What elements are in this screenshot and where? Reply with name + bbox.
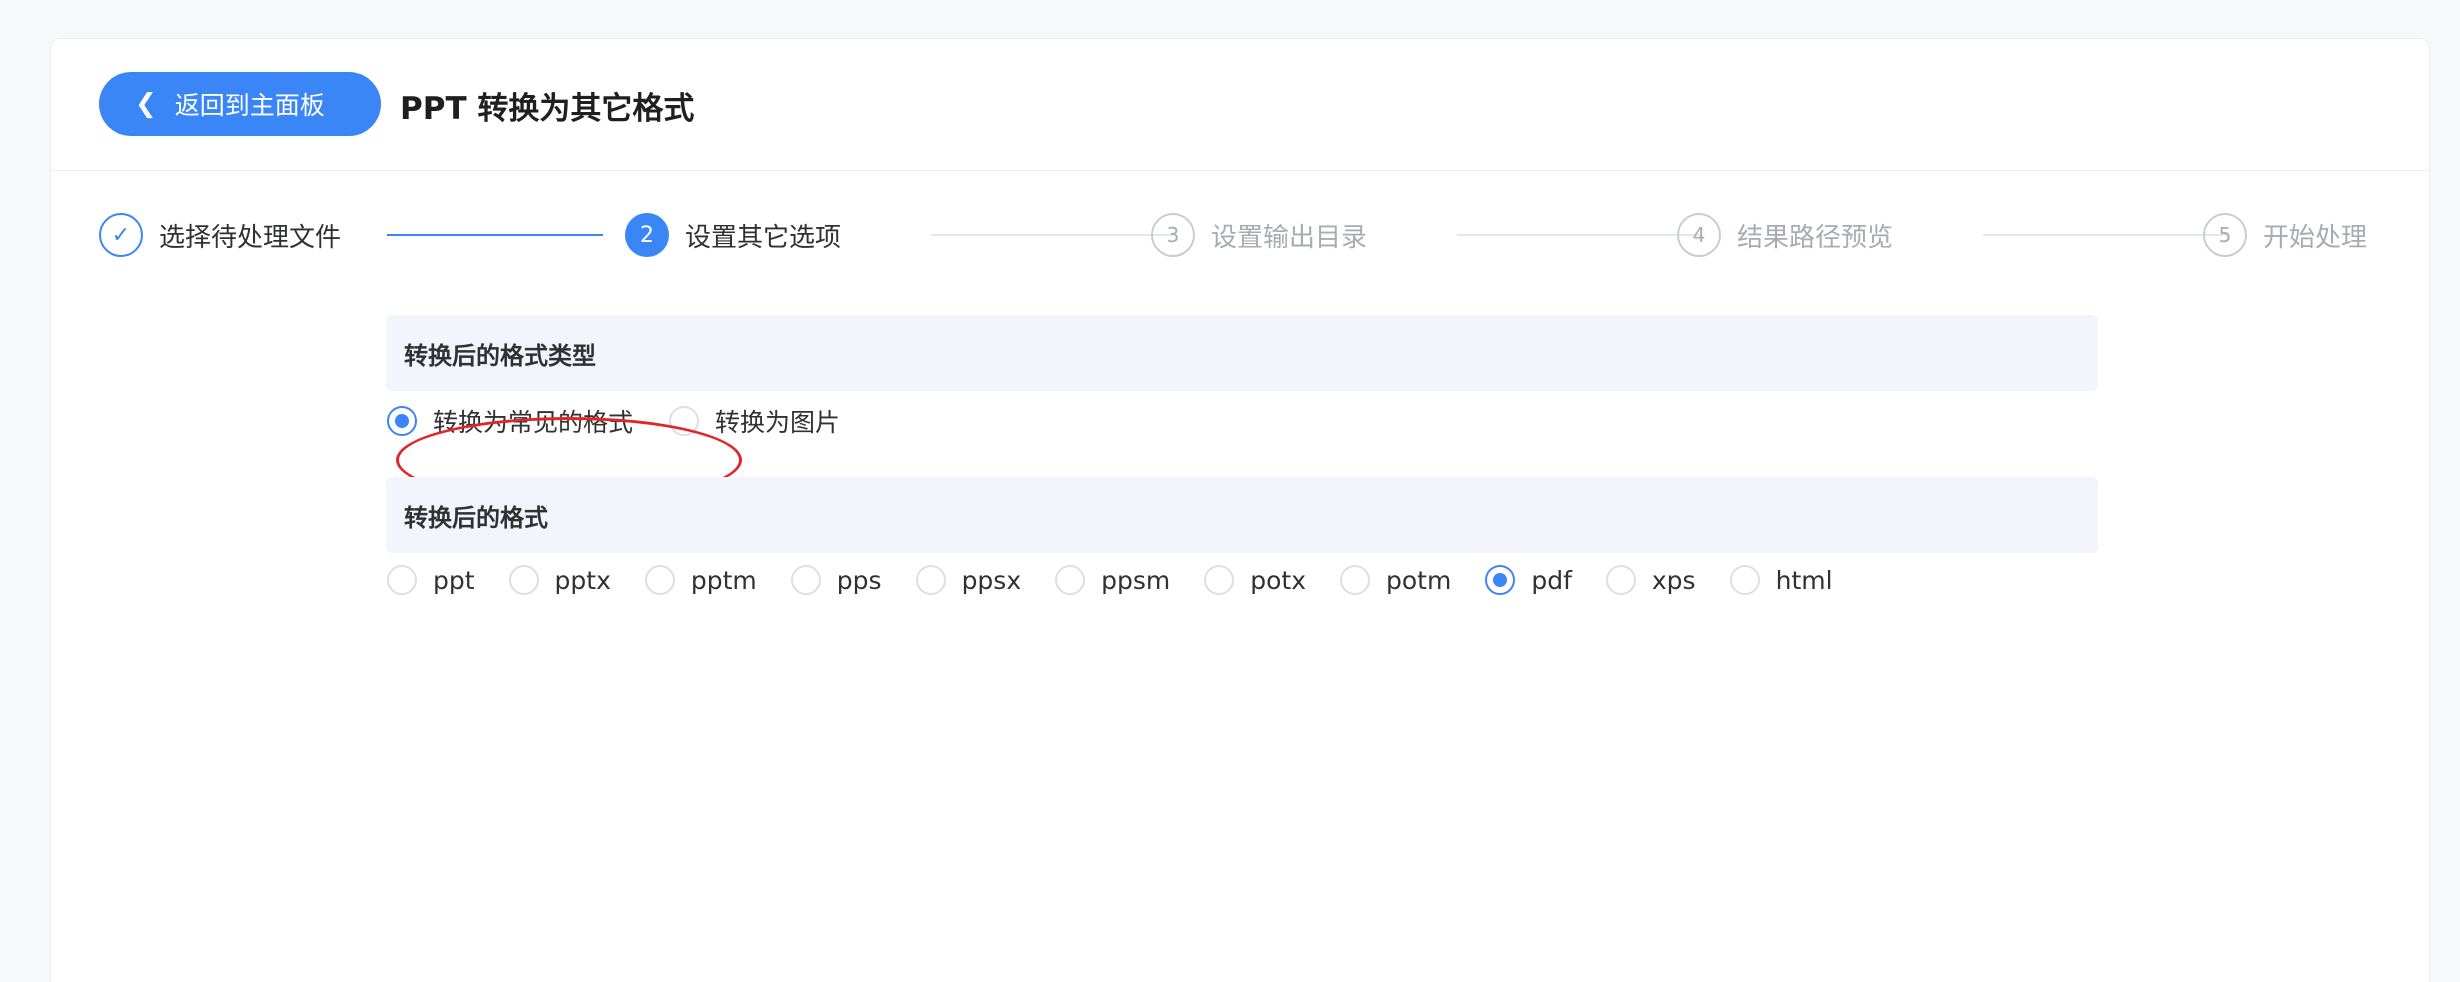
- radio-xps[interactable]: xps: [1605, 565, 1696, 595]
- radio-unchecked-icon[interactable]: [387, 565, 417, 595]
- format-type-options: 转换为常见的格式 转换为图片: [387, 403, 874, 439]
- radio-unchecked-icon[interactable]: [915, 565, 946, 595]
- radio-html[interactable]: html: [1729, 565, 1833, 595]
- step-number-badge: 3: [1151, 213, 1195, 257]
- step-connector-1: [387, 234, 603, 236]
- step-number-badge: 2: [625, 213, 669, 257]
- radio-label: ppsm: [1101, 565, 1171, 595]
- radio-unchecked-icon[interactable]: [1605, 565, 1636, 595]
- check-icon: ✓: [99, 213, 143, 257]
- step-connector-3: [1457, 234, 1702, 236]
- radio-unchecked-icon[interactable]: [1340, 565, 1371, 595]
- step-other-options[interactable]: 2 设置其它选项: [625, 213, 841, 257]
- page-header: ❮ 返回到主面板 PPT 转换为其它格式: [51, 39, 2429, 171]
- step-output-dir[interactable]: 3 设置输出目录: [1151, 213, 1367, 257]
- radio-unchecked-icon[interactable]: [790, 565, 821, 595]
- radio-label: pptm: [690, 565, 757, 595]
- step-number-badge: 5: [2203, 213, 2247, 257]
- back-button-label: 返回到主面板: [174, 91, 325, 120]
- step-label: 设置其它选项: [685, 222, 842, 253]
- radio-checked-icon[interactable]: [387, 406, 417, 436]
- radio-label: html: [1775, 565, 1833, 595]
- steps-bar: ✓ 选择待处理文件 2 设置其它选项 3 设置输出目录 4 结果路径预览 5 开…: [51, 171, 2429, 271]
- radio-label: 转换为图片: [715, 408, 841, 437]
- radio-ppsm[interactable]: ppsm: [1055, 565, 1170, 595]
- format-type-heading: 转换后的格式类型: [386, 315, 2098, 391]
- chevron-left-icon: ❮: [135, 89, 157, 119]
- format-heading: 转换后的格式: [386, 477, 2098, 553]
- step-label: 开始处理: [2263, 222, 2368, 253]
- radio-label: potm: [1386, 565, 1452, 595]
- step-label: 结果路径预览: [1737, 222, 1894, 253]
- radio-potx[interactable]: potx: [1204, 565, 1306, 595]
- radio-ppt[interactable]: ppt: [387, 565, 475, 595]
- step-result-preview[interactable]: 4 结果路径预览: [1677, 213, 1893, 257]
- radio-potm[interactable]: potm: [1340, 565, 1451, 595]
- radio-label: pps: [836, 565, 882, 595]
- radio-unchecked-icon[interactable]: [669, 406, 700, 436]
- radio-label: ppsx: [961, 565, 1022, 595]
- step-label: 选择待处理文件: [159, 222, 342, 253]
- radio-unchecked-icon[interactable]: [644, 565, 675, 595]
- radio-unchecked-icon[interactable]: [1055, 565, 1086, 595]
- back-to-dashboard-button[interactable]: ❮ 返回到主面板: [99, 72, 381, 136]
- radio-unchecked-icon[interactable]: [1729, 565, 1760, 595]
- step-connector-2: [931, 234, 1177, 236]
- step-connector-4: [1983, 234, 2228, 236]
- step-start-processing[interactable]: 5 开始处理: [2203, 213, 2367, 257]
- radio-unchecked-icon[interactable]: [508, 565, 539, 595]
- radio-label: 转换为常见的格式: [433, 408, 634, 437]
- radio-image[interactable]: 转换为图片: [669, 403, 840, 439]
- radio-label: pdf: [1531, 565, 1572, 595]
- format-options: ppt pptx pptm pps ppsx ppsm potx potm pd…: [387, 565, 1867, 595]
- radio-label: xps: [1651, 565, 1696, 595]
- step-number-badge: 4: [1677, 213, 1721, 257]
- radio-pptx[interactable]: pptx: [508, 565, 611, 595]
- page-title: PPT 转换为其它格式: [400, 91, 695, 127]
- radio-pdf[interactable]: pdf: [1485, 565, 1572, 595]
- radio-pptm[interactable]: pptm: [644, 565, 757, 595]
- radio-pps[interactable]: pps: [790, 565, 882, 595]
- radio-common-format[interactable]: 转换为常见的格式: [387, 403, 633, 439]
- radio-label: potx: [1250, 565, 1307, 595]
- radio-ppsx[interactable]: ppsx: [915, 565, 1022, 595]
- radio-label: ppt: [433, 565, 475, 595]
- radio-label: pptx: [554, 565, 611, 595]
- step-select-files[interactable]: ✓ 选择待处理文件: [99, 213, 341, 257]
- radio-unchecked-icon[interactable]: [1204, 565, 1235, 595]
- radio-checked-icon[interactable]: [1485, 565, 1516, 595]
- step-label: 设置输出目录: [1211, 222, 1368, 253]
- main-card: ❮ 返回到主面板 PPT 转换为其它格式 ✓ 选择待处理文件 2 设置其它选项 …: [50, 38, 2430, 982]
